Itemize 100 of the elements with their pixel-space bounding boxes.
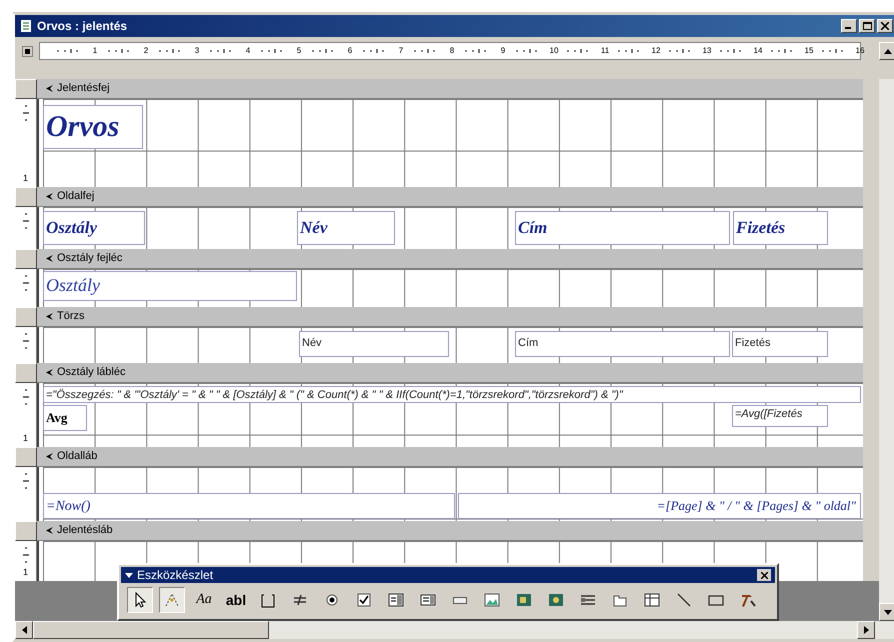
ruler-ticks-icon — [22, 387, 30, 407]
scroll-up-button[interactable] — [879, 42, 894, 60]
section-selector[interactable] — [15, 363, 37, 383]
expression-textbox[interactable]: ="Összegzés: " & "'Osztály' = " & " " & [Osztály] & " (" & Count(*) & " " & IIf(Count(*)=1,"törzsrekord","törzsrekord") & ")" — [43, 386, 861, 403]
expression-textbox[interactable]: =Avg([Fizetés — [732, 405, 828, 427]
ruler-ticks-icon — [22, 471, 30, 491]
ruler-number: 5 — [296, 47, 302, 55]
ruler-number: 3 — [194, 47, 200, 55]
scroll-right-button[interactable] — [857, 621, 875, 639]
avg-label[interactable]: Avg — [43, 405, 87, 431]
page-number-textbox[interactable]: =[Page] & " / " & [Pages] & " oldal" — [458, 493, 861, 519]
command-button-icon — [453, 596, 467, 604]
ruler-number: 14 — [753, 47, 763, 55]
report-icon — [19, 19, 33, 33]
section-selector[interactable] — [15, 79, 37, 99]
column-heading-label[interactable]: Cím — [515, 211, 730, 245]
label-tool-icon: Aa — [196, 593, 212, 607]
section-marker-icon — [45, 526, 54, 535]
column-heading-label[interactable]: Név — [297, 211, 395, 245]
left-arrow-icon — [22, 626, 26, 634]
section-selector[interactable] — [15, 521, 37, 541]
select-report-box[interactable] — [22, 46, 32, 56]
tool-button[interactable] — [127, 587, 153, 613]
ruler-number: 6 — [346, 47, 354, 55]
section-marker-icon — [45, 84, 54, 93]
section-title: Jelentésfej — [57, 81, 110, 96]
section-header-bar[interactable]: Oldalláb — [37, 447, 863, 467]
close-button[interactable] — [877, 19, 893, 33]
column-heading-label[interactable]: Osztály — [43, 211, 145, 245]
section-marker-icon — [45, 192, 54, 201]
bound-object-icon — [547, 591, 565, 609]
section-header-bar[interactable]: Oldalfej — [37, 187, 863, 207]
close-icon — [760, 572, 768, 578]
ruler-number: 1 — [92, 47, 98, 55]
scroll-thumb[interactable] — [33, 621, 269, 639]
ruler-number: 4 — [244, 47, 252, 55]
maximize-button[interactable] — [859, 19, 875, 33]
section-header-bar[interactable]: Osztály fejléc — [37, 249, 863, 269]
checkbox-icon — [355, 591, 373, 609]
section-marker-icon — [45, 254, 54, 263]
minimize-button[interactable] — [841, 19, 857, 33]
section-title: Osztály lábléc — [57, 365, 126, 380]
line-icon — [675, 591, 693, 609]
textbox-tool-icon: abl — [226, 593, 246, 607]
section-selector[interactable] — [15, 307, 37, 327]
field-textbox[interactable]: Név — [299, 331, 449, 357]
unbound-object-icon — [515, 591, 533, 609]
combo-box-icon — [387, 591, 405, 609]
section-marker-icon — [45, 368, 54, 377]
ruler-number: 2 — [142, 47, 150, 55]
section-title: Osztály fejléc — [57, 251, 122, 266]
date-textbox[interactable]: =Now() — [43, 493, 455, 519]
ruler-number: 1 — [22, 568, 28, 577]
ruler-ticks-icon — [22, 331, 30, 351]
column-heading-label[interactable]: Fizetés — [733, 211, 828, 245]
ruler-number: 12 — [651, 47, 661, 55]
section-marker-icon — [45, 312, 54, 321]
tool-button[interactable]: Aa — [191, 587, 217, 613]
window-title: Orvos : jelentés — [37, 18, 128, 35]
section-title: Oldalláb — [57, 449, 98, 464]
section-title: Jelentésláb — [57, 523, 113, 538]
subreport-icon — [643, 591, 661, 609]
ruler-number: 11 — [600, 47, 610, 55]
section-title: Törzs — [57, 309, 84, 324]
ruler-ticks-icon — [22, 211, 30, 231]
ruler-number: 1 — [22, 174, 28, 183]
section-selector[interactable] — [15, 187, 37, 207]
field-textbox[interactable]: Fizetés — [732, 331, 828, 357]
group-field-textbox[interactable]: Osztály — [43, 271, 297, 301]
ruler-ticks-icon — [22, 103, 30, 123]
ruler-ticks-icon — [22, 545, 30, 565]
ruler-number: 7 — [398, 47, 404, 55]
close-icon — [881, 22, 889, 30]
right-arrow-icon — [864, 626, 868, 634]
ruler-number: 9 — [500, 47, 506, 55]
scroll-left-button[interactable] — [15, 621, 33, 639]
ruler-number: 15 — [804, 47, 814, 55]
down-arrow-icon — [884, 610, 892, 614]
section-header-bar[interactable]: Törzs — [37, 307, 863, 327]
section-header-bar[interactable]: Jelentésláb — [37, 521, 863, 541]
up-arrow-icon — [884, 48, 892, 54]
scroll-down-button[interactable] — [879, 603, 894, 621]
field-textbox[interactable]: Cím — [515, 331, 730, 357]
section-selector[interactable] — [15, 249, 37, 269]
dropdown-triangle-icon — [125, 572, 133, 578]
ruler-ticks-icon — [22, 273, 30, 293]
tool-button[interactable]: abl — [223, 587, 249, 613]
ruler-number: 16 — [855, 47, 865, 55]
ruler-number: 1 — [22, 434, 28, 443]
ruler-number: 10 — [549, 47, 559, 55]
section-title: Oldalfej — [57, 189, 94, 204]
section-marker-icon — [45, 452, 54, 461]
close-button[interactable] — [757, 569, 771, 581]
maximize-icon — [862, 22, 872, 30]
section-header-bar[interactable]: Jelentésfej — [37, 79, 863, 99]
ruler-number: 8 — [448, 47, 456, 55]
section-selector[interactable] — [15, 447, 37, 467]
report-title-label[interactable]: Orvos — [43, 105, 143, 149]
section-header-bar[interactable]: Osztály lábléc — [37, 363, 863, 383]
toolbox-title: Eszközkészlet — [137, 569, 214, 581]
